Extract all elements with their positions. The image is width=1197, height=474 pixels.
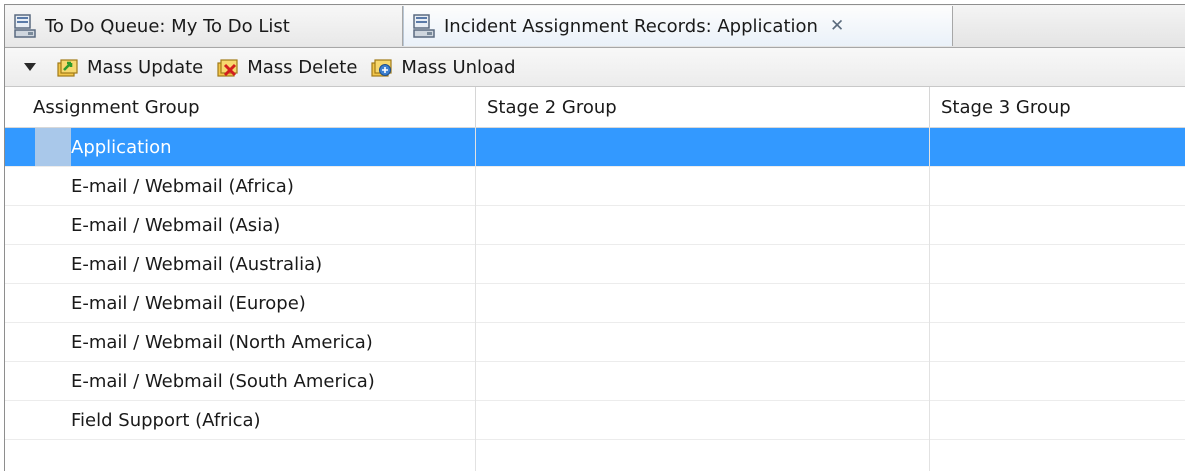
mass-unload-label: Mass Unload	[401, 56, 516, 78]
column-header-assignment-group[interactable]: Assignment Group	[5, 87, 475, 127]
column-header-label: Stage 2 Group	[487, 96, 617, 118]
table-row[interactable]: Field Support (Africa)	[5, 401, 1185, 440]
queue-icon	[13, 13, 37, 39]
mass-delete-label: Mass Delete	[247, 56, 358, 78]
table-row[interactable]: E-mail / Webmail (Europe)	[5, 284, 1185, 323]
dropdown-arrow-icon[interactable]	[17, 54, 43, 80]
table-row[interactable]: Application	[5, 128, 1185, 167]
column-header-label: Stage 3 Group	[941, 96, 1071, 118]
tab-label: To Do Queue: My To Do List	[45, 15, 290, 37]
application-window: To Do Queue: My To Do List Incident Assi…	[4, 4, 1185, 471]
assignment-group-cell: Field Support (Africa)	[71, 409, 261, 431]
assignment-group-cell: E-mail / Webmail (South America)	[71, 370, 375, 392]
toolbar: Mass Update Mass Delete Mass Unload	[5, 48, 1185, 87]
assignment-group-cell: E-mail / Webmail (Australia)	[71, 253, 323, 275]
selection-marker	[35, 128, 71, 166]
assignment-group-cell: Application	[71, 136, 172, 158]
mass-unload-button[interactable]: Mass Unload	[369, 52, 516, 82]
column-gridline	[475, 127, 476, 471]
table-header: Assignment Group Stage 2 Group Stage 3 G…	[5, 87, 1185, 128]
mass-update-icon	[57, 59, 78, 77]
close-icon[interactable]: ✕	[830, 16, 844, 36]
assignment-group-cell: E-mail / Webmail (North America)	[71, 331, 373, 353]
table-row[interactable]: E-mail / Webmail (Australia)	[5, 245, 1185, 284]
assignment-group-cell: E-mail / Webmail (Africa)	[71, 175, 294, 197]
column-header-label: Assignment Group	[33, 96, 200, 118]
table-row[interactable]: E-mail / Webmail (North America)	[5, 323, 1185, 362]
mass-delete-button[interactable]: Mass Delete	[215, 52, 357, 82]
mass-delete-icon	[217, 59, 238, 77]
mass-update-button[interactable]: Mass Update	[55, 52, 203, 82]
tab-label: Incident Assignment Records: Application	[444, 15, 818, 37]
tab-incident-assignment-records[interactable]: Incident Assignment Records: Application…	[403, 6, 953, 46]
table-row[interactable]: E-mail / Webmail (South America)	[5, 362, 1185, 401]
column-gridline	[929, 127, 930, 471]
column-header-stage-3-group[interactable]: Stage 3 Group	[929, 87, 1185, 127]
table-row[interactable]: E-mail / Webmail (Africa)	[5, 167, 1185, 206]
records-table: Assignment Group Stage 2 Group Stage 3 G…	[5, 87, 1185, 471]
queue-icon	[412, 13, 436, 39]
mass-update-label: Mass Update	[87, 56, 204, 78]
tab-bar: To Do Queue: My To Do List Incident Assi…	[5, 5, 1185, 48]
assignment-group-cell: E-mail / Webmail (Europe)	[71, 292, 306, 314]
column-header-stage-2-group[interactable]: Stage 2 Group	[475, 87, 929, 127]
assignment-group-cell: E-mail / Webmail (Asia)	[71, 214, 281, 236]
mass-unload-icon	[371, 59, 393, 77]
table-row[interactable]: E-mail / Webmail (Asia)	[5, 206, 1185, 245]
tab-to-do-queue[interactable]: To Do Queue: My To Do List	[5, 6, 403, 46]
